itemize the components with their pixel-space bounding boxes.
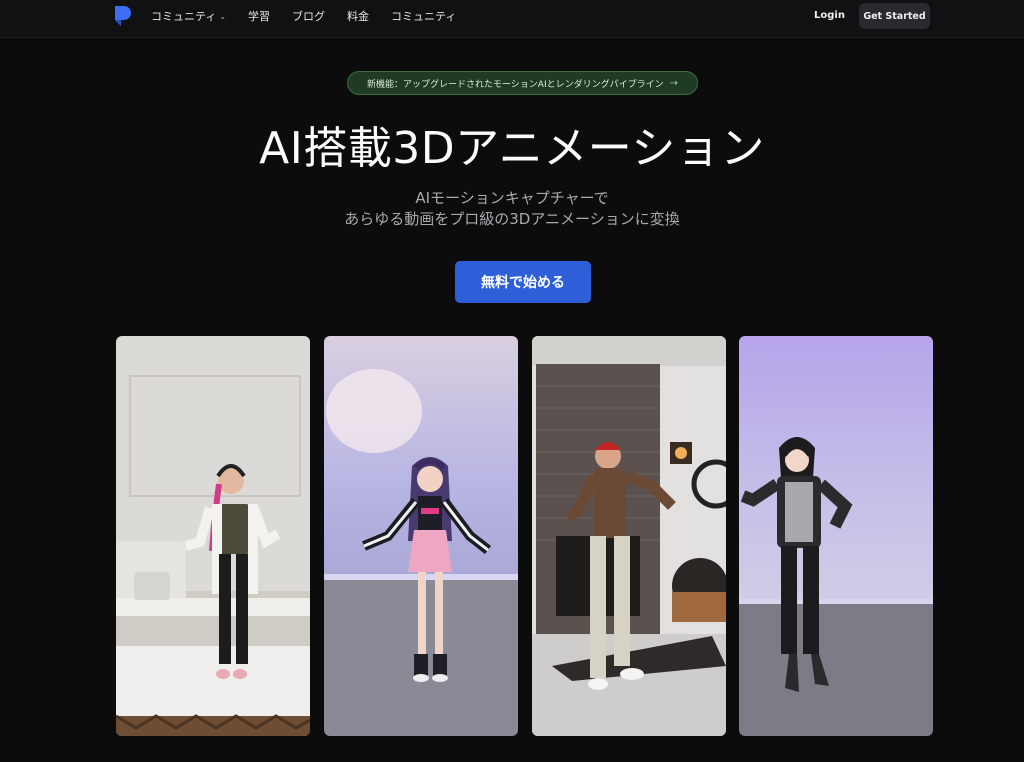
new-feature-badge[interactable]: 新機能：アップグレードされたモーションAIとレンダリングパイプライン → — [347, 71, 698, 95]
hero-subline-2: あらゆる動画をプロ級の3Dアニメーションに変換 — [344, 210, 680, 228]
chevron-down-icon: ⌄ — [219, 11, 227, 21]
badge-text: 新機能：アップグレードされたモーションAIとレンダリングパイプライン — [366, 79, 664, 90]
man-dancing-image — [532, 336, 726, 736]
nav-item-label: 料金 — [347, 10, 370, 23]
nav-item-community-dropdown[interactable]: コミュニティ ⌄ — [151, 8, 226, 24]
logo-icon[interactable] — [114, 5, 132, 27]
nav-item-pricing[interactable]: 料金 — [347, 8, 369, 24]
nav-item-learn[interactable]: 学習 — [248, 8, 270, 24]
anime-girl-avatar-image — [324, 336, 518, 736]
arrow-right-icon: → — [669, 77, 679, 89]
anime-boy-avatar-image — [739, 336, 933, 736]
start-free-button[interactable]: 無料で始める — [455, 261, 591, 303]
nav-item-blog[interactable]: ブログ — [292, 8, 325, 24]
get-started-button[interactable]: Get Started — [859, 3, 930, 29]
nav-item-label: コミュニティ — [391, 10, 457, 23]
demo-video-card-man[interactable] — [532, 336, 726, 736]
demo-video-card-woman[interactable] — [116, 336, 310, 736]
hero-headline: AI搭載3Dアニメーション — [259, 123, 765, 174]
nav-item-label: ブログ — [292, 10, 326, 23]
nav-item-label: コミュニティ — [151, 10, 217, 23]
top-navbar: コミュニティ ⌄ 学習 ブログ 料金 コミュニティ Login Get Star… — [0, 0, 1024, 38]
demo-video-card-anime-boy[interactable] — [739, 336, 933, 736]
hero-subline-1: AIモーションキャプチャーで — [415, 189, 609, 207]
nav-item-community[interactable]: コミュニティ — [391, 8, 456, 24]
nav-links: コミュニティ ⌄ 学習 ブログ 料金 コミュニティ — [151, 8, 456, 24]
login-link[interactable]: Login — [814, 10, 845, 21]
demo-video-card-anime-girl[interactable] — [324, 336, 518, 736]
woman-dancing-image — [116, 336, 310, 736]
nav-item-label: 学習 — [248, 10, 271, 23]
